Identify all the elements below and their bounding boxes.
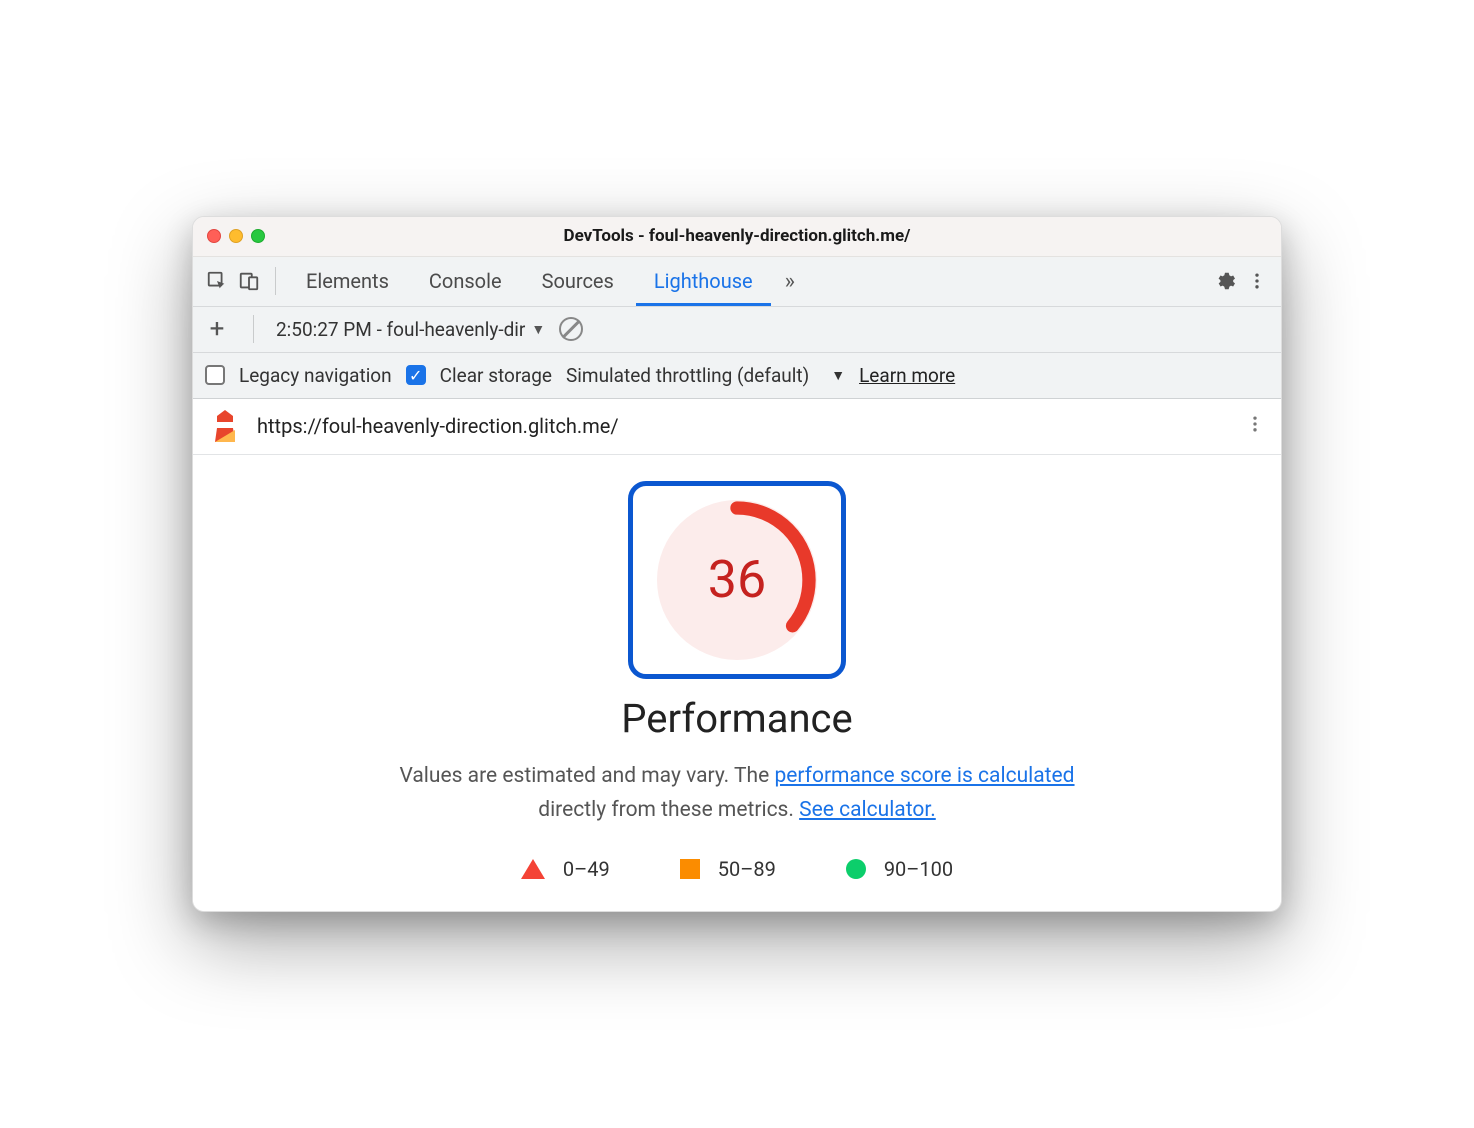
- performance-score: 36: [657, 500, 817, 660]
- divider: [275, 267, 276, 295]
- legend-high-label: 90–100: [884, 857, 953, 881]
- report-menu-icon[interactable]: [1245, 414, 1265, 439]
- legend-mid-label: 50–89: [718, 857, 776, 881]
- legend-low-label: 0–49: [563, 857, 610, 881]
- performance-gauge-highlight: 36: [628, 481, 846, 679]
- lighthouse-icon: [209, 408, 241, 444]
- legend-mid: 50–89: [680, 857, 776, 881]
- minimize-window-button[interactable]: [229, 229, 243, 243]
- lighthouse-toolbar: + 2:50:27 PM - foul-heavenly-dir ▼: [193, 307, 1281, 353]
- score-calculated-link[interactable]: performance score is calculated: [774, 764, 1074, 788]
- inspect-icon[interactable]: [203, 267, 231, 295]
- lighthouse-report: 36 Performance Values are estimated and …: [193, 455, 1281, 911]
- report-url-bar: https://foul-heavenly-direction.glitch.m…: [193, 399, 1281, 455]
- square-icon: [680, 859, 700, 879]
- new-report-button[interactable]: +: [203, 314, 231, 344]
- performance-description: Values are estimated and may vary. The p…: [399, 760, 1074, 827]
- divider: [253, 315, 254, 343]
- chevron-down-icon: ▼: [531, 321, 545, 338]
- throttling-label: Simulated throttling (default): [566, 364, 809, 387]
- kebab-menu-icon[interactable]: [1243, 267, 1271, 295]
- zoom-window-button[interactable]: [251, 229, 265, 243]
- report-url: https://foul-heavenly-direction.glitch.m…: [257, 414, 619, 438]
- report-selector-label: 2:50:27 PM - foul-heavenly-dir: [276, 318, 525, 341]
- report-selector[interactable]: 2:50:27 PM - foul-heavenly-dir ▼: [276, 318, 545, 341]
- learn-more-link[interactable]: Learn more: [859, 364, 955, 387]
- triangle-icon: [521, 859, 545, 879]
- see-calculator-link[interactable]: See calculator.: [799, 798, 936, 822]
- performance-gauge[interactable]: 36: [657, 500, 817, 660]
- desc-text: directly from these metrics.: [538, 798, 799, 822]
- tab-console[interactable]: Console: [411, 257, 520, 306]
- tab-lighthouse[interactable]: Lighthouse: [636, 257, 771, 306]
- lighthouse-options: Legacy navigation ✓ Clear storage Simula…: [193, 353, 1281, 399]
- devtools-tabbar: Elements Console Sources Lighthouse »: [193, 257, 1281, 307]
- window-controls: [207, 229, 265, 243]
- circle-icon: [846, 859, 866, 879]
- performance-title: Performance: [621, 695, 852, 742]
- device-toggle-icon[interactable]: [235, 267, 263, 295]
- clear-icon[interactable]: [559, 317, 583, 341]
- titlebar: DevTools - foul-heavenly-direction.glitc…: [193, 217, 1281, 257]
- gear-icon[interactable]: [1211, 267, 1239, 295]
- more-tabs-icon[interactable]: »: [775, 269, 805, 294]
- legacy-navigation-label: Legacy navigation: [239, 364, 392, 387]
- legend-high: 90–100: [846, 857, 953, 881]
- clear-storage-label: Clear storage: [440, 364, 552, 387]
- window-title: DevTools - foul-heavenly-direction.glitc…: [193, 226, 1281, 246]
- legacy-navigation-checkbox[interactable]: [205, 365, 225, 385]
- legend-low: 0–49: [521, 857, 610, 881]
- desc-text: Values are estimated and may vary. The: [399, 764, 774, 788]
- throttling-selector[interactable]: Simulated throttling (default) ▼: [566, 364, 845, 387]
- close-window-button[interactable]: [207, 229, 221, 243]
- clear-storage-checkbox[interactable]: ✓: [406, 365, 426, 385]
- chevron-down-icon: ▼: [831, 367, 845, 384]
- devtools-window: DevTools - foul-heavenly-direction.glitc…: [192, 216, 1282, 912]
- tab-sources[interactable]: Sources: [524, 257, 632, 306]
- tab-elements[interactable]: Elements: [288, 257, 407, 306]
- score-legend: 0–49 50–89 90–100: [521, 857, 953, 881]
